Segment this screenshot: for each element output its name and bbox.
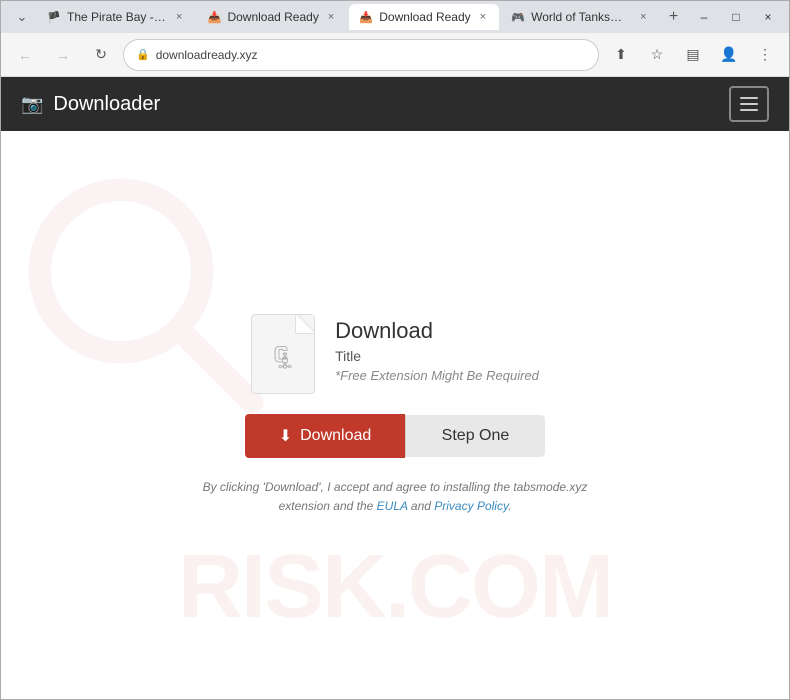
title-bar: ⌄ 🏴 The Pirate Bay - Th... × 📥 Download …: [1, 1, 789, 33]
watermark-text: RISK.COM: [1, 536, 789, 639]
new-tab-button[interactable]: +: [662, 5, 686, 29]
address-bar[interactable]: 🔒 downloadready.xyz: [123, 39, 599, 71]
hamburger-line-3: [740, 109, 758, 111]
page-header: 📷 Downloader: [1, 77, 789, 131]
step-one-label: Step One: [442, 427, 510, 444]
tab-title-1: The Pirate Bay - Th...: [67, 10, 167, 24]
step-one-button[interactable]: Step One: [405, 415, 545, 457]
disclaimer-and: and: [411, 499, 434, 513]
tab-favicon-4: 🎮: [511, 10, 525, 24]
hamburger-menu[interactable]: [729, 86, 769, 122]
share-icon[interactable]: ⬆: [605, 39, 637, 71]
disclaimer-dot: .: [508, 499, 511, 513]
download-icon: ⬇: [279, 426, 292, 446]
file-note: *Free Extension Might Be Required: [335, 368, 539, 383]
tab-favicon-2: 📥: [207, 10, 221, 24]
brand: 📷 Downloader: [21, 93, 160, 116]
tab-list-chevron[interactable]: ⌄: [9, 4, 35, 30]
minimize-button[interactable]: –: [691, 4, 717, 30]
address-text: downloadready.xyz: [156, 48, 586, 62]
file-icon: 🗜: [251, 314, 315, 394]
browser-window: ⌄ 🏴 The Pirate Bay - Th... × 📥 Download …: [0, 0, 790, 700]
window-controls: – □ ×: [691, 4, 781, 30]
tab-title-3: Download Ready: [379, 10, 470, 24]
profile-icon[interactable]: 👤: [713, 39, 745, 71]
tab-favicon-3: 📥: [359, 10, 373, 24]
nav-bar: ← → ↻ 🔒 downloadready.xyz ⬆ ☆ ▤ 👤 ⋮: [1, 33, 789, 77]
card-top: 🗜 Download Title *Free Extension Might B…: [251, 314, 539, 394]
file-type-icon: 🗜: [269, 345, 297, 371]
reload-button[interactable]: ↻: [85, 39, 117, 71]
disclaimer-text-1: By clicking 'Download', I accept and agr…: [203, 480, 588, 494]
brand-icon: 📷: [21, 94, 43, 115]
tab-close-1[interactable]: ×: [173, 10, 185, 24]
close-button[interactable]: ×: [755, 4, 781, 30]
tab-world-of-tanks[interactable]: 🎮 World of Tanks—F... ×: [501, 4, 659, 30]
tab-title-4: World of Tanks—F...: [531, 10, 631, 24]
reader-mode-icon[interactable]: ▤: [677, 39, 709, 71]
tab-bar: ⌄ 🏴 The Pirate Bay - Th... × 📥 Download …: [9, 4, 691, 30]
brand-name: Downloader: [53, 93, 160, 116]
download-heading: Download: [335, 318, 539, 344]
hamburger-line-1: [740, 97, 758, 99]
bookmark-icon[interactable]: ☆: [641, 39, 673, 71]
card-buttons: ⬇ Download Step One: [245, 414, 545, 458]
nav-actions: ⬆ ☆ ▤ 👤 ⋮: [605, 39, 781, 71]
file-fold-light: [299, 315, 314, 330]
privacy-policy-link[interactable]: Privacy Policy: [434, 499, 508, 513]
tab-download-ready-1[interactable]: 📥 Download Ready ×: [197, 4, 347, 30]
tab-close-3[interactable]: ×: [477, 10, 489, 24]
download-button[interactable]: ⬇ Download: [245, 414, 405, 458]
tab-pirate-bay[interactable]: 🏴 The Pirate Bay - Th... ×: [37, 4, 195, 30]
back-button[interactable]: ←: [9, 39, 41, 71]
eula-link[interactable]: EULA: [377, 499, 408, 513]
lock-icon: 🔒: [136, 48, 150, 61]
tab-title-2: Download Ready: [227, 10, 318, 24]
tab-favicon-1: 🏴: [47, 10, 61, 24]
maximize-button[interactable]: □: [723, 4, 749, 30]
tab-close-2[interactable]: ×: [325, 10, 337, 24]
tab-download-ready-2[interactable]: 📥 Download Ready ×: [349, 4, 499, 30]
hamburger-line-2: [740, 103, 758, 105]
page-content: RISK.COM 🗜 Download Title *Free Extensio…: [1, 131, 789, 699]
disclaimer: By clicking 'Download', I accept and agr…: [203, 478, 588, 516]
download-card: 🗜 Download Title *Free Extension Might B…: [183, 294, 608, 536]
file-details: Download Title *Free Extension Might Be …: [335, 314, 539, 383]
tab-close-4[interactable]: ×: [637, 10, 649, 24]
disclaimer-text-2: extension and the: [279, 499, 374, 513]
file-name: Title: [335, 348, 539, 364]
menu-icon[interactable]: ⋮: [749, 39, 781, 71]
forward-button[interactable]: →: [47, 39, 79, 71]
download-button-label: Download: [300, 427, 371, 445]
